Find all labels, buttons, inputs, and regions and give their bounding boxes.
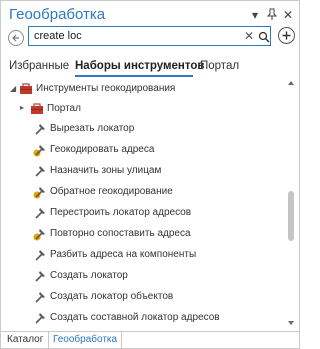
- options-menu-icon[interactable]: ▾: [252, 8, 258, 22]
- pane-title: Геообработка: [9, 6, 106, 23]
- search-input-value[interactable]: create loc: [34, 30, 82, 42]
- tree-item-label: Геокодировать адреса: [50, 144, 155, 155]
- tree-item-label: Создать составной локатор адресов: [50, 312, 220, 323]
- tree-item-label: Создать локатор объектов: [50, 291, 174, 302]
- tree-item-label: Назначить зоны улицам: [50, 165, 162, 176]
- scroll-up-arrow-icon[interactable]: [288, 81, 294, 85]
- active-tab-indicator: [75, 75, 193, 77]
- search-input[interactable]: create loc ✕: [28, 26, 271, 46]
- hammer-icon: [33, 311, 47, 325]
- tree-item-tool[interactable]: Геокодировать адреса: [33, 140, 281, 160]
- scroll-down-arrow-icon[interactable]: [288, 321, 294, 325]
- tree-item-tool[interactable]: Создать составной локатор адресов: [33, 308, 281, 328]
- tree-item-label: Повторно сопоставить адреса: [50, 228, 191, 239]
- back-button[interactable]: [8, 30, 24, 46]
- geoprocessing-pane: Геообработка ▾ ✕ create loc ✕ Избранные …: [0, 0, 300, 349]
- hammer-icon: [33, 269, 47, 283]
- clear-search-icon[interactable]: ✕: [244, 29, 254, 43]
- tab-catalog[interactable]: Каталог: [3, 332, 47, 348]
- scrollbar-thumb[interactable]: [288, 191, 294, 241]
- tab-portal[interactable]: Портал: [200, 60, 239, 72]
- tab-favorites[interactable]: Избранные: [9, 60, 69, 72]
- tab-toolboxes[interactable]: Наборы инструментов: [75, 60, 204, 72]
- close-icon[interactable]: ✕: [283, 8, 293, 22]
- tree-item-tool[interactable]: Перестроить локатор адресов: [33, 203, 281, 223]
- tree-item-label: Создать локатор: [50, 270, 128, 281]
- add-button[interactable]: [278, 27, 295, 44]
- hammer-icon: [33, 122, 47, 136]
- vertical-scrollbar[interactable]: [286, 79, 296, 329]
- geocode-hammer-icon: [33, 143, 47, 157]
- search-icon[interactable]: [258, 30, 270, 48]
- tree-item-tool[interactable]: Разбить адреса на компоненты: [33, 245, 281, 265]
- bottom-tab-strip: Каталог Геообработка: [1, 331, 299, 348]
- plus-icon: [282, 31, 291, 40]
- tree-root-label: Инструменты геокодирования: [36, 83, 176, 94]
- hammer-icon: [33, 290, 47, 304]
- tree-item-tool[interactable]: Создать локатор объектов: [33, 287, 281, 307]
- geocode-hammer-icon: [33, 227, 47, 241]
- title-bar: Геообработка ▾ ✕: [1, 1, 299, 29]
- toolbox-tree: ◢ Инструменты геокодирования ▸ Портал Вы…: [1, 79, 283, 329]
- tree-item-label: Обратное геокодирование: [50, 186, 173, 197]
- tree-item-tool[interactable]: Вырезать локатор: [33, 119, 281, 139]
- tree-item-label: Разбить адреса на компоненты: [50, 249, 197, 260]
- tree-item-portal[interactable]: Портал: [30, 99, 280, 119]
- hammer-icon: [33, 164, 47, 178]
- tree-item-tool[interactable]: Создать локатор: [33, 266, 281, 286]
- auto-hide-icon[interactable]: [266, 8, 278, 23]
- tree-item-tool[interactable]: Повторно сопоставить адреса: [33, 224, 281, 244]
- tree-item-tool[interactable]: Назначить зоны улицам: [33, 161, 281, 181]
- tree-item-tool[interactable]: Обратное геокодирование: [33, 182, 281, 202]
- collapse-chevron-icon[interactable]: ◢: [10, 84, 16, 93]
- tree-item-label: Портал: [47, 103, 81, 114]
- hammer-icon: [33, 248, 47, 262]
- tree-item-label: Вырезать локатор: [50, 123, 135, 134]
- hammer-icon: [33, 206, 47, 220]
- tree-item-label: Перестроить локатор адресов: [50, 207, 192, 218]
- toolbox-icon: [19, 82, 33, 96]
- arrow-left-icon: [12, 34, 19, 42]
- tab-geoprocessing[interactable]: Геообработка: [48, 332, 123, 348]
- tree-root-geocoding-tools[interactable]: Инструменты геокодирования: [19, 79, 279, 99]
- geocode-hammer-icon: [33, 185, 47, 199]
- expand-chevron-icon[interactable]: ▸: [20, 103, 24, 112]
- toolbox-icon: [30, 102, 44, 116]
